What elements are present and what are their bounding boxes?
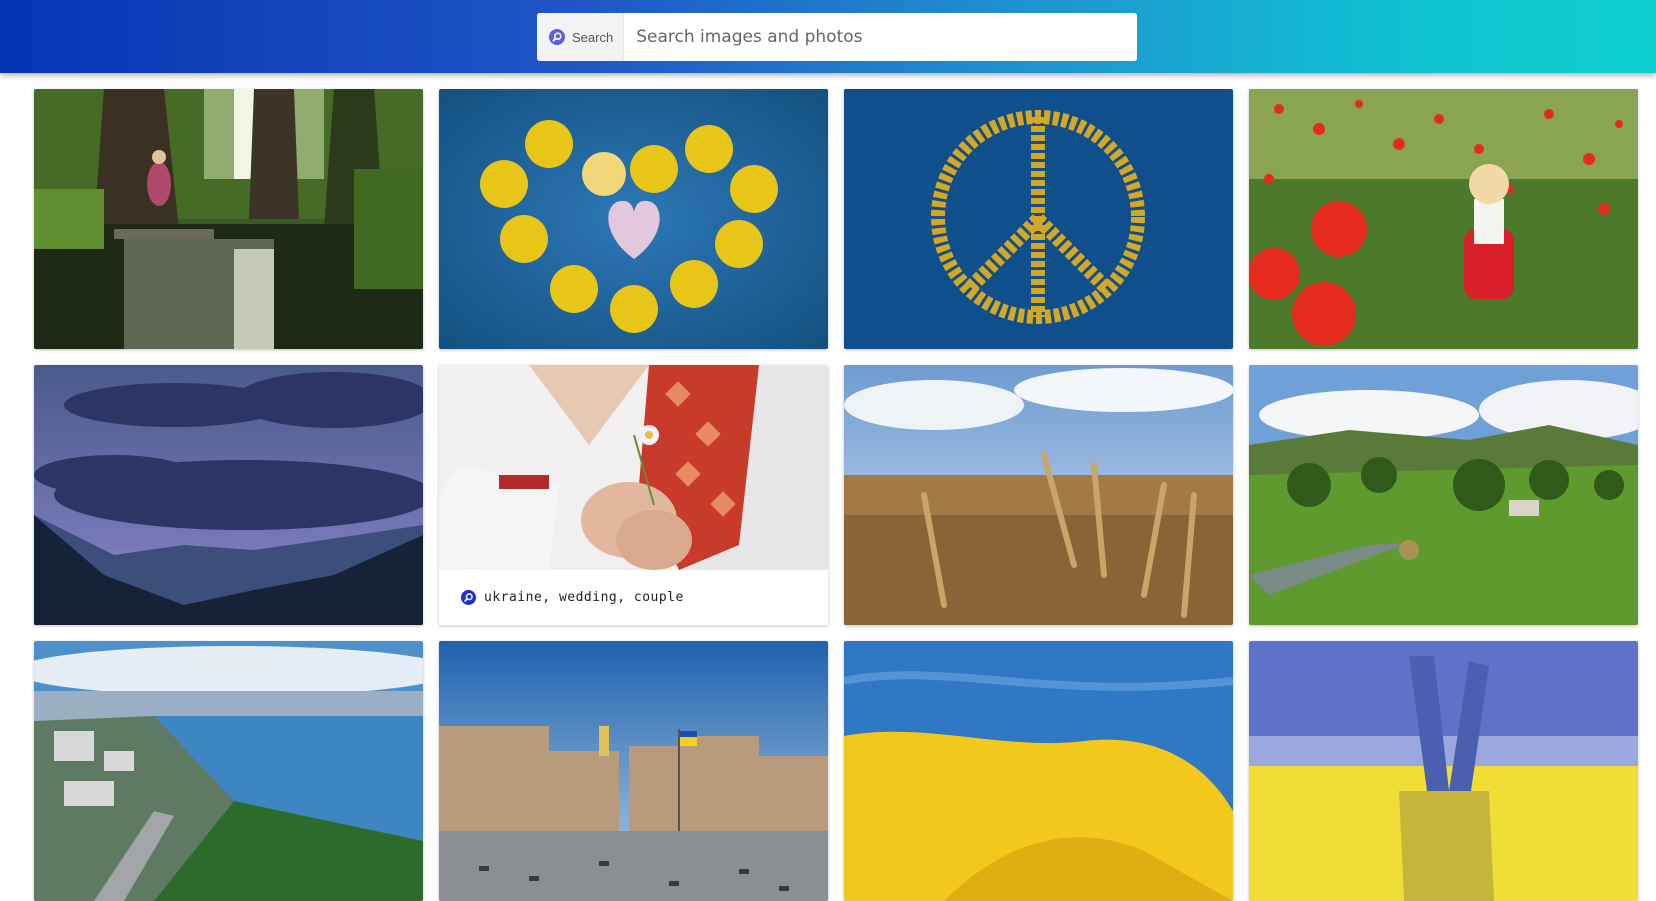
photo-kyiv-river xyxy=(34,641,423,901)
search-bar: Search xyxy=(537,13,1137,61)
image-grid: ukraine, wedding, couple xyxy=(34,89,1638,901)
photo-poppy-field xyxy=(1249,89,1638,349)
photo-village-hills xyxy=(1249,365,1638,625)
photo-peace-hand xyxy=(1249,641,1638,901)
top-bar: Search xyxy=(0,0,1656,73)
photo-caption[interactable]: ukraine, wedding, couple xyxy=(439,570,828,625)
photo-embroidered-shirt xyxy=(439,365,828,570)
photo-tile[interactable] xyxy=(1249,365,1638,625)
search-icon xyxy=(461,590,476,605)
photo-tile[interactable] xyxy=(34,641,423,901)
photo-wheat-field xyxy=(844,365,1233,625)
photo-tile[interactable] xyxy=(1249,641,1638,901)
search-button-label: Search xyxy=(572,29,614,45)
photo-tile[interactable] xyxy=(844,365,1233,625)
photo-stormy-mountains xyxy=(34,365,423,625)
photo-tile[interactable] xyxy=(34,365,423,625)
photo-tile[interactable] xyxy=(34,89,423,349)
photo-tile[interactable] xyxy=(439,89,828,349)
photo-independence-square xyxy=(439,641,828,901)
photo-tile[interactable] xyxy=(844,89,1233,349)
photo-girl-forest-stream xyxy=(34,89,423,349)
photo-ukraine-flag xyxy=(844,641,1233,901)
search-icon xyxy=(549,29,565,45)
photo-tile[interactable] xyxy=(844,641,1233,901)
photo-tile[interactable] xyxy=(1249,89,1638,349)
photo-caption-tags: ukraine, wedding, couple xyxy=(484,590,684,605)
photo-flowers-heart xyxy=(439,89,828,349)
photo-peace-sign xyxy=(844,89,1233,349)
photo-tile[interactable] xyxy=(439,641,828,901)
search-input[interactable] xyxy=(624,13,1137,61)
search-button[interactable]: Search xyxy=(537,13,625,61)
photo-tile-hovered[interactable]: ukraine, wedding, couple xyxy=(439,365,828,625)
